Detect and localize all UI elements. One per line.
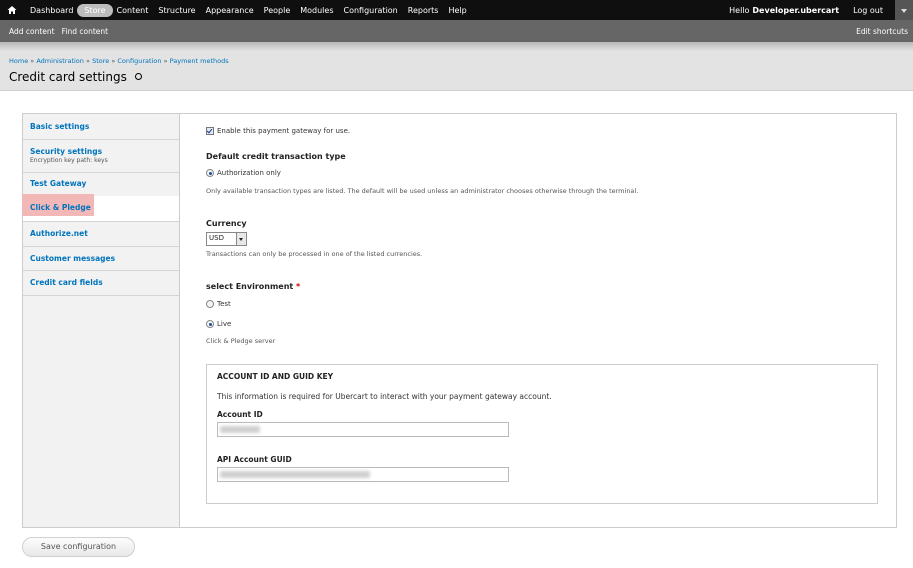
account-fieldset: ACCOUNT ID AND GUID KEY This information… xyxy=(206,364,878,504)
redacted-value xyxy=(220,471,370,478)
enable-gateway-checkbox[interactable] xyxy=(206,127,214,135)
admin-toolbar: Dashboard Store Content Structure Appear… xyxy=(0,0,913,20)
home-icon[interactable] xyxy=(7,5,17,15)
txn-type-label: Default credit transaction type xyxy=(206,152,346,161)
add-shortcut-icon[interactable] xyxy=(134,73,142,80)
toolbar-item-configuration[interactable]: Configuration xyxy=(344,6,398,15)
currency-label: Currency xyxy=(206,219,247,228)
account-id-input[interactable] xyxy=(217,422,509,437)
toolbar-item-content[interactable]: Content xyxy=(117,6,149,15)
breadcrumb-separator: » xyxy=(30,57,35,65)
required-marker: * xyxy=(296,282,301,291)
env-test-label: Test xyxy=(217,300,231,308)
txn-type-authorization-radio[interactable] xyxy=(206,169,214,177)
breadcrumb: Home » Administration » Store » Configur… xyxy=(9,57,229,65)
breadcrumb-administration[interactable]: Administration xyxy=(36,57,84,65)
page-title: Credit card settings xyxy=(9,70,142,84)
breadcrumb-separator: » xyxy=(86,57,90,65)
toolbar-item-structure[interactable]: Structure xyxy=(158,6,195,15)
toolbar-item-dashboard[interactable]: Dashboard xyxy=(30,6,73,15)
env-live-radio[interactable] xyxy=(206,320,214,328)
user-area: Hello Developer.ubercart Log out xyxy=(729,0,883,20)
toolbar-item-store[interactable]: Store xyxy=(77,3,113,17)
fieldset-title: ACCOUNT ID AND GUID KEY xyxy=(217,372,334,381)
username-link[interactable]: Developer.ubercart xyxy=(752,6,839,15)
breadcrumb-separator: » xyxy=(163,57,168,65)
chevron-down-icon[interactable] xyxy=(236,233,246,245)
api-guid-input[interactable] xyxy=(217,467,509,482)
currency-select[interactable]: USD xyxy=(206,232,247,246)
toolbar-item-modules[interactable]: Modules xyxy=(300,6,333,15)
account-id-label: Account ID xyxy=(217,410,263,419)
tab-click-pledge[interactable]: Click & Pledge xyxy=(22,194,179,222)
toolbar-item-people[interactable]: People xyxy=(264,6,291,15)
tab-label: Credit card fields xyxy=(30,278,103,287)
tab-customer-messages[interactable]: Customer messages xyxy=(23,246,179,271)
tab-summary: Encryption key path: keys xyxy=(30,157,108,164)
toolbar-menu: Dashboard Store Content Structure Appear… xyxy=(30,0,477,20)
txn-type-description: Only available transaction types are lis… xyxy=(206,187,639,195)
breadcrumb-configuration[interactable]: Configuration xyxy=(117,57,161,65)
tab-security-settings[interactable]: Security settings Encryption key path: k… xyxy=(23,139,179,173)
tab-label: Authorize.net xyxy=(30,229,88,238)
currency-description: Transactions can only be processed in on… xyxy=(206,250,423,258)
tab-authorize-net[interactable]: Authorize.net xyxy=(23,221,179,247)
vertical-tabs: Basic settings Security settings Encrypt… xyxy=(22,113,897,528)
breadcrumb-home[interactable]: Home xyxy=(9,57,28,65)
tab-label: Basic settings xyxy=(30,122,90,131)
tab-label: Customer messages xyxy=(30,254,116,263)
env-test-radio[interactable] xyxy=(206,300,214,308)
breadcrumb-store[interactable]: Store xyxy=(92,57,109,65)
shortcuts-toggle-icon[interactable] xyxy=(895,0,913,20)
env-live-label: Live xyxy=(217,320,232,328)
api-guid-label: API Account GUID xyxy=(217,455,292,464)
currency-value: USD xyxy=(209,234,224,242)
save-configuration-button[interactable]: Save configuration xyxy=(22,537,135,557)
fieldset-description: This information is required for Ubercar… xyxy=(217,392,552,401)
shortcut-add-content[interactable]: Add content xyxy=(9,27,55,36)
toolbar-item-help[interactable]: Help xyxy=(448,6,466,15)
edit-shortcuts-link[interactable]: Edit shortcuts xyxy=(856,20,908,42)
logout-link[interactable]: Log out xyxy=(853,6,883,15)
tab-label: Click & Pledge xyxy=(30,203,91,212)
tab-label: Security settings xyxy=(30,147,103,156)
vertical-tab-list: Basic settings Security settings Encrypt… xyxy=(22,114,180,527)
breadcrumb-payment-methods[interactable]: Payment methods xyxy=(170,57,229,65)
breadcrumb-separator: » xyxy=(111,57,116,65)
environment-label-text: select Environment xyxy=(206,282,294,291)
shortcuts-bar: Add content Find content Edit shortcuts xyxy=(0,20,913,42)
tab-pane-click-pledge: Enable this payment gateway for use. Def… xyxy=(180,114,896,527)
redacted-value xyxy=(220,426,260,433)
shortcut-find-content[interactable]: Find content xyxy=(62,27,108,36)
enable-gateway-label: Enable this payment gateway for use. xyxy=(217,127,351,135)
toolbar-item-appearance[interactable]: Appearance xyxy=(206,6,254,15)
greeting: Hello xyxy=(729,5,750,15)
tab-credit-card-fields[interactable]: Credit card fields xyxy=(23,270,179,296)
txn-type-option-label: Authorization only xyxy=(217,169,281,177)
environment-label: select Environment * xyxy=(206,282,300,291)
page-title-text: Credit card settings xyxy=(9,70,127,84)
tab-basic-settings[interactable]: Basic settings xyxy=(23,114,179,140)
environment-description: Click & Pledge server xyxy=(206,337,276,345)
toolbar-item-reports[interactable]: Reports xyxy=(408,6,439,15)
tab-label: Test Gateway xyxy=(30,179,87,188)
